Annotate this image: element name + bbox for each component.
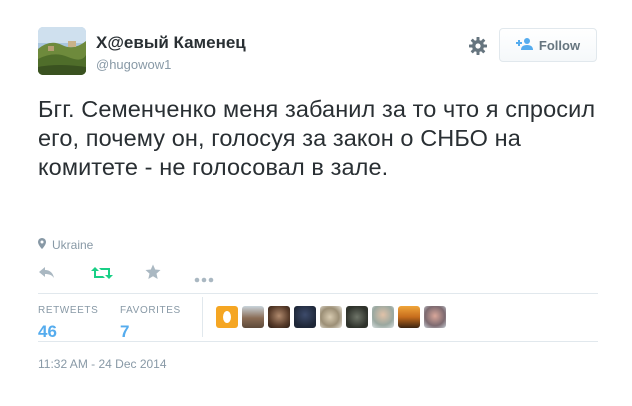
follow-user-icon — [515, 37, 534, 54]
favorite-star-icon[interactable] — [145, 264, 161, 285]
favoriter-avatar[interactable] — [242, 306, 264, 328]
more-dots-icon[interactable] — [194, 270, 214, 288]
user-display-name[interactable]: Х@евый Каменец — [96, 33, 246, 53]
retweets-label: RETWEETS — [38, 305, 99, 316]
location-pin-icon — [38, 238, 46, 252]
favoriter-avatar[interactable] — [346, 306, 368, 328]
follow-label: Follow — [538, 37, 581, 53]
favorites-count: 7 — [120, 322, 130, 341]
tweet-location[interactable]: Ukraine — [38, 238, 93, 252]
retweets-count: 46 — [38, 322, 57, 341]
favoriters-avatar-list — [216, 306, 446, 328]
reply-icon[interactable] — [38, 266, 56, 285]
profile-avatar[interactable] — [38, 27, 86, 75]
favorites-label: FAVORITES — [120, 305, 181, 316]
tweet-text: Бгг. Семенченко меня забанил за то что я… — [38, 96, 596, 180]
favorites-stat[interactable]: FAVORITES 7 — [120, 300, 181, 342]
divider-top — [38, 293, 598, 294]
favoriter-avatar[interactable] — [320, 306, 342, 328]
user-handle[interactable]: @hugowow1 — [96, 57, 171, 72]
favoriter-avatar[interactable] — [216, 306, 238, 328]
retweets-stat[interactable]: RETWEETS 46 — [38, 300, 98, 342]
follow-button[interactable]: Follow — [499, 28, 597, 62]
retweet-icon[interactable] — [91, 265, 113, 286]
location-label: Ukraine — [52, 238, 94, 252]
divider-bottom — [38, 341, 598, 342]
stats-divider — [202, 297, 203, 337]
tweet-timestamp[interactable]: 11:32 AM - 24 Dec 2014 — [38, 357, 167, 371]
avatar-landscape-image — [38, 27, 86, 75]
favoriter-avatar[interactable] — [372, 306, 394, 328]
favoriter-avatar[interactable] — [294, 306, 316, 328]
favoriter-avatar[interactable] — [268, 306, 290, 328]
favoriter-avatar[interactable] — [398, 306, 420, 328]
favoriter-avatar[interactable] — [424, 306, 446, 328]
gear-icon[interactable] — [468, 36, 488, 56]
